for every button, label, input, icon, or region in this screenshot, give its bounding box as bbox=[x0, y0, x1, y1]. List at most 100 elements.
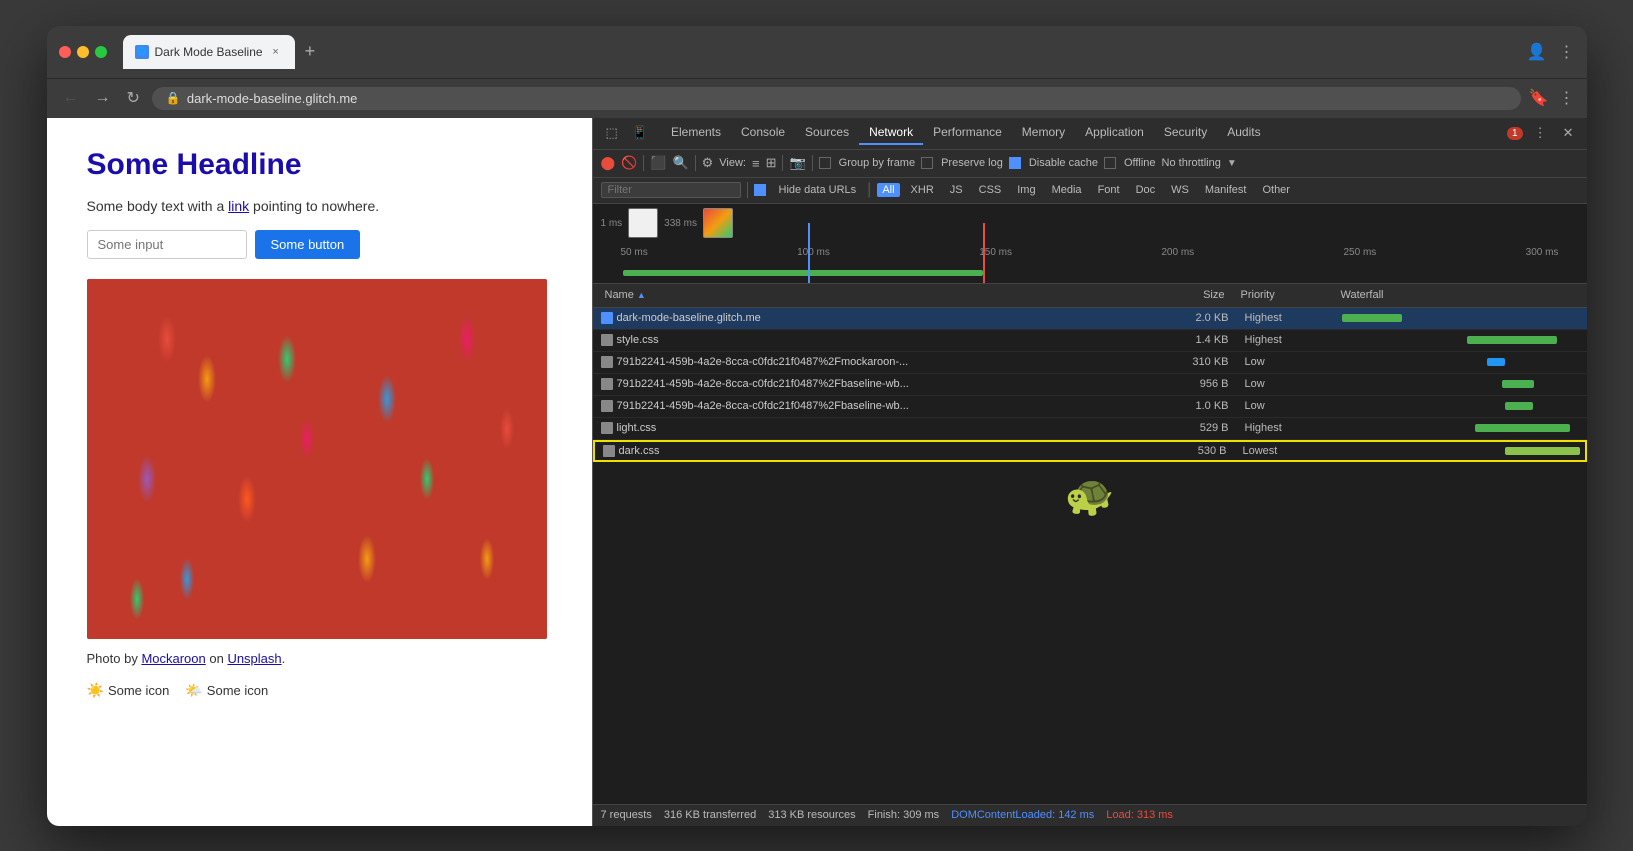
devtools-device-icon[interactable]: 📱 bbox=[627, 122, 653, 144]
throttling-dropdown[interactable]: ▼ bbox=[1227, 158, 1237, 169]
devtools-inspect-icon[interactable]: ⬚ bbox=[601, 122, 623, 144]
clear-button[interactable]: 🚫 bbox=[621, 155, 637, 171]
filter-media[interactable]: Media bbox=[1047, 183, 1087, 197]
tab-sources[interactable]: Sources bbox=[795, 121, 859, 145]
address-bar[interactable]: 🔒 dark-mode-baseline.glitch.me bbox=[152, 87, 1521, 110]
tab-memory[interactable]: Memory bbox=[1012, 121, 1075, 145]
filter-font[interactable]: Font bbox=[1093, 183, 1125, 197]
tab-console[interactable]: Console bbox=[731, 121, 795, 145]
table-row[interactable]: 791b2241-459b-4a2e-8cca-c0fdc21f0487%2Fb… bbox=[593, 396, 1587, 418]
table-row[interactable]: light.css 529 B Highest bbox=[593, 418, 1587, 440]
waterfall-bar bbox=[1505, 447, 1580, 455]
row-name: dark-mode-baseline.glitch.me bbox=[593, 312, 1137, 324]
filter-all[interactable]: All bbox=[877, 183, 899, 197]
devtools-toolbar: ⬚ 📱 Elements Console Sources Network Per… bbox=[593, 118, 1587, 150]
col-name-header[interactable]: Name ▲ bbox=[597, 289, 1133, 301]
minimize-button[interactable] bbox=[77, 46, 89, 58]
row-waterfall bbox=[1337, 307, 1587, 329]
filter-img[interactable]: Img bbox=[1012, 183, 1040, 197]
devtools-close-icon[interactable]: ✕ bbox=[1558, 122, 1579, 144]
view-icon-1[interactable]: ≡ bbox=[752, 156, 760, 171]
preserve-log-checkbox[interactable] bbox=[921, 157, 933, 169]
filter-other[interactable]: Other bbox=[1257, 183, 1295, 197]
nav-right-icons: 🔖 ⋮ bbox=[1529, 88, 1575, 108]
search-icon[interactable]: 🔍 bbox=[672, 155, 688, 171]
tab-performance[interactable]: Performance bbox=[923, 121, 1012, 145]
ruler-100ms: 100 ms bbox=[797, 247, 830, 258]
back-button[interactable]: ← bbox=[59, 87, 83, 109]
network-toolbar: ⬤ 🚫 ⬛ 🔍 ⚙ View: ≡ ⊞ 📷 Group by frame Pre… bbox=[593, 150, 1587, 178]
table-row[interactable]: 791b2241-459b-4a2e-8cca-c0fdc21f0487%2Fm… bbox=[593, 352, 1587, 374]
mockaroon-link[interactable]: Mockaroon bbox=[141, 651, 205, 666]
offline-checkbox[interactable] bbox=[1104, 157, 1116, 169]
group-by-frame-checkbox[interactable] bbox=[819, 157, 831, 169]
timeline-thumb-2[interactable] bbox=[703, 208, 733, 238]
tab-favicon: 🌐 bbox=[135, 45, 149, 59]
table-row[interactable]: 791b2241-459b-4a2e-8cca-c0fdc21f0487%2Fb… bbox=[593, 374, 1587, 396]
icon-label-1: Some icon bbox=[108, 683, 169, 698]
filter-xhr[interactable]: XHR bbox=[906, 183, 939, 197]
body-link[interactable]: link bbox=[228, 198, 249, 214]
filter-separator bbox=[747, 182, 748, 198]
tab-audits[interactable]: Audits bbox=[1217, 121, 1270, 145]
main-content: Some Headline Some body text with a link… bbox=[47, 118, 1587, 826]
view-icon-2[interactable]: ⊞ bbox=[766, 155, 777, 171]
record-button[interactable]: ⬤ bbox=[601, 155, 616, 171]
col-priority-header[interactable]: Priority bbox=[1233, 289, 1333, 301]
maximize-button[interactable] bbox=[95, 46, 107, 58]
ruler-50ms: 50 ms bbox=[621, 247, 648, 258]
menu-icon[interactable]: ⋮ bbox=[1559, 42, 1575, 62]
active-tab[interactable]: 🌐 Dark Mode Baseline × bbox=[123, 35, 295, 69]
col-waterfall-header[interactable]: Waterfall bbox=[1333, 289, 1583, 301]
filter-icon[interactable]: ⬛ bbox=[650, 155, 666, 171]
tab-close-button[interactable]: × bbox=[269, 46, 283, 58]
network-table[interactable]: Name ▲ Size Priority Waterfall dark-mode… bbox=[593, 284, 1587, 804]
forward-button[interactable]: → bbox=[91, 87, 115, 109]
row-name: style.css bbox=[593, 334, 1137, 346]
timeline-thumb-1[interactable] bbox=[628, 208, 658, 238]
filter-js[interactable]: JS bbox=[945, 183, 968, 197]
filter-bar: Hide data URLs | All XHR JS CSS Img Medi… bbox=[593, 178, 1587, 204]
status-transferred: 316 KB transferred bbox=[664, 809, 756, 821]
waterfall-bar bbox=[1467, 336, 1557, 344]
table-row[interactable]: dark-mode-baseline.glitch.me 2.0 KB High… bbox=[593, 308, 1587, 330]
turtle-area: 🐢 bbox=[593, 462, 1587, 529]
some-button[interactable]: Some button bbox=[255, 230, 361, 259]
file-icon bbox=[601, 400, 613, 412]
row-priority: Low bbox=[1237, 400, 1337, 412]
filter-input[interactable] bbox=[601, 182, 741, 198]
sun-icon-2: 🌤️ bbox=[185, 682, 202, 699]
table-row[interactable]: style.css 1.4 KB Highest bbox=[593, 330, 1587, 352]
icon-item-2: 🌤️ Some icon bbox=[185, 682, 268, 699]
webpage-form: Some button bbox=[87, 230, 552, 259]
unsplash-link[interactable]: Unsplash bbox=[227, 651, 281, 666]
new-tab-button[interactable]: + bbox=[299, 41, 322, 62]
row-name-text: dark-mode-baseline.glitch.me bbox=[617, 312, 761, 324]
capture-icon[interactable]: 📷 bbox=[789, 155, 805, 171]
tab-elements[interactable]: Elements bbox=[661, 121, 731, 145]
tab-network[interactable]: Network bbox=[859, 121, 923, 145]
devtools-more-icon[interactable]: ⋮ bbox=[1529, 122, 1552, 144]
hide-data-urls-checkbox[interactable] bbox=[754, 184, 766, 196]
more-icon[interactable]: ⋮ bbox=[1559, 88, 1575, 108]
close-button[interactable] bbox=[59, 46, 71, 58]
some-input[interactable] bbox=[87, 230, 247, 259]
reload-button[interactable]: ↻ bbox=[123, 86, 144, 110]
no-throttling-label: No throttling bbox=[1162, 157, 1221, 169]
status-load: Load: 313 ms bbox=[1106, 809, 1173, 821]
tab-security[interactable]: Security bbox=[1154, 121, 1217, 145]
filter-icon-2[interactable]: ⚙ bbox=[702, 155, 714, 171]
row-size: 1.4 KB bbox=[1137, 334, 1237, 346]
col-size-header[interactable]: Size bbox=[1133, 289, 1233, 301]
filter-ws[interactable]: WS bbox=[1166, 183, 1194, 197]
tab-application[interactable]: Application bbox=[1075, 121, 1154, 145]
table-row-highlighted[interactable]: dark.css 530 B Lowest bbox=[593, 440, 1587, 462]
page-body-text: Some body text with a link pointing to n… bbox=[87, 198, 552, 214]
filter-manifest[interactable]: Manifest bbox=[1200, 183, 1252, 197]
row-priority: Highest bbox=[1237, 422, 1337, 434]
bookmark-icon[interactable]: 🔖 bbox=[1529, 88, 1549, 108]
disable-cache-checkbox[interactable] bbox=[1009, 157, 1021, 169]
filter-css[interactable]: CSS bbox=[974, 183, 1007, 197]
filter-doc[interactable]: Doc bbox=[1131, 183, 1161, 197]
profile-icon[interactable]: 👤 bbox=[1527, 42, 1547, 62]
